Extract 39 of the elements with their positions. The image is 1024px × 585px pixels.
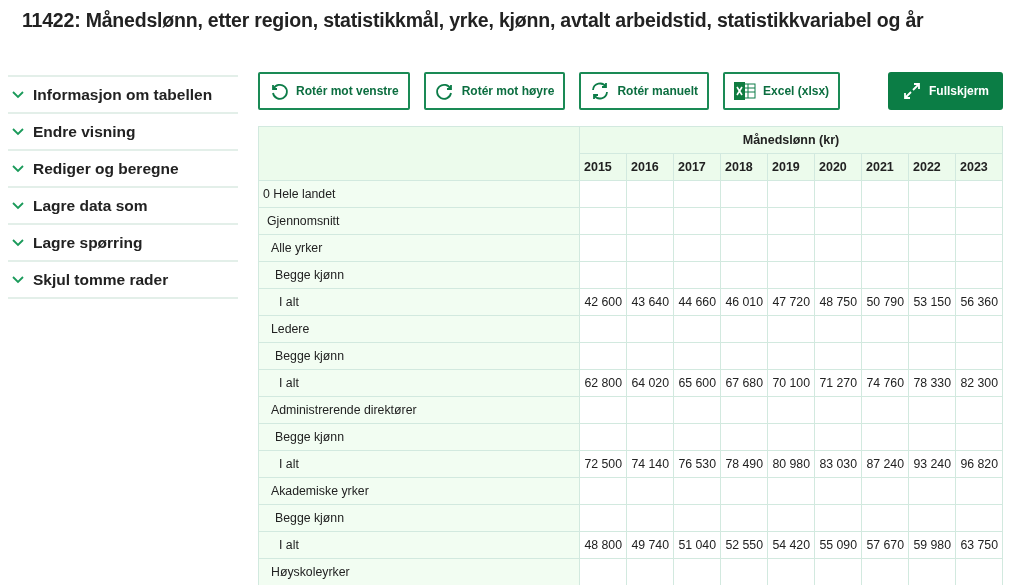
- accordion-item[interactable]: Informasjon om tabellen: [8, 77, 238, 114]
- chevron-icon: [12, 238, 24, 247]
- row-header: Begge kjønn: [258, 504, 580, 532]
- row-header: Høyskoleyrker: [258, 558, 580, 585]
- rotate-right-button[interactable]: Rotér mot høyre: [423, 72, 566, 110]
- row-header: Akademiske yrker: [258, 477, 580, 505]
- row-header: I alt: [258, 450, 580, 478]
- chevron-icon: [12, 275, 24, 284]
- chevron-icon: [12, 201, 24, 210]
- chevron-icon: [12, 90, 24, 99]
- rotate-right-icon: [434, 81, 455, 101]
- row-header: Begge kjønn: [258, 342, 580, 370]
- row-header: Gjennomsnitt: [258, 207, 580, 235]
- row-header: Begge kjønn: [258, 423, 580, 451]
- expand-button[interactable]: Fullskjerm: [887, 72, 1003, 110]
- accordion-item[interactable]: Lagre data som: [8, 188, 238, 225]
- chevron-icon: [12, 127, 24, 136]
- excel-button[interactable]: Excel (xlsx): [723, 72, 841, 110]
- row-header: Alle yrker: [258, 234, 580, 262]
- rotate-left-icon: [269, 81, 289, 101]
- page-title: 11422: Månedslønn, etter region, statistikkmål, yrke, kjønn, avtalt arbeidstid, statistikkvariabel og år: [21, 8, 925, 33]
- accordion-item[interactable]: Rediger og beregne: [8, 151, 238, 188]
- column-group-header: Månedslønn (kr): [579, 126, 1003, 154]
- row-header: I alt: [258, 288, 580, 316]
- row-header: I alt: [258, 369, 580, 397]
- accordion-item[interactable]: Skjul tomme rader: [8, 262, 238, 299]
- expand-icon: [901, 81, 922, 101]
- row-header: I alt: [258, 531, 580, 559]
- rotate-left-button[interactable]: Rotér mot venstre: [258, 72, 410, 110]
- row-header: Administrerende direktører: [258, 396, 580, 424]
- row-header: 0 Hele landet: [258, 180, 580, 208]
- accordion-item[interactable]: Endre visning: [8, 114, 238, 151]
- refresh-icon: [590, 81, 611, 101]
- row-header: Begge kjønn: [258, 261, 580, 289]
- chevron-icon: [12, 164, 24, 173]
- row-header: Ledere: [258, 315, 580, 343]
- spreadsheet-icon: [734, 82, 757, 100]
- rotate-both-button[interactable]: Rotér manuelt: [579, 72, 710, 110]
- accordion-item[interactable]: Lagre spørring: [8, 225, 238, 262]
